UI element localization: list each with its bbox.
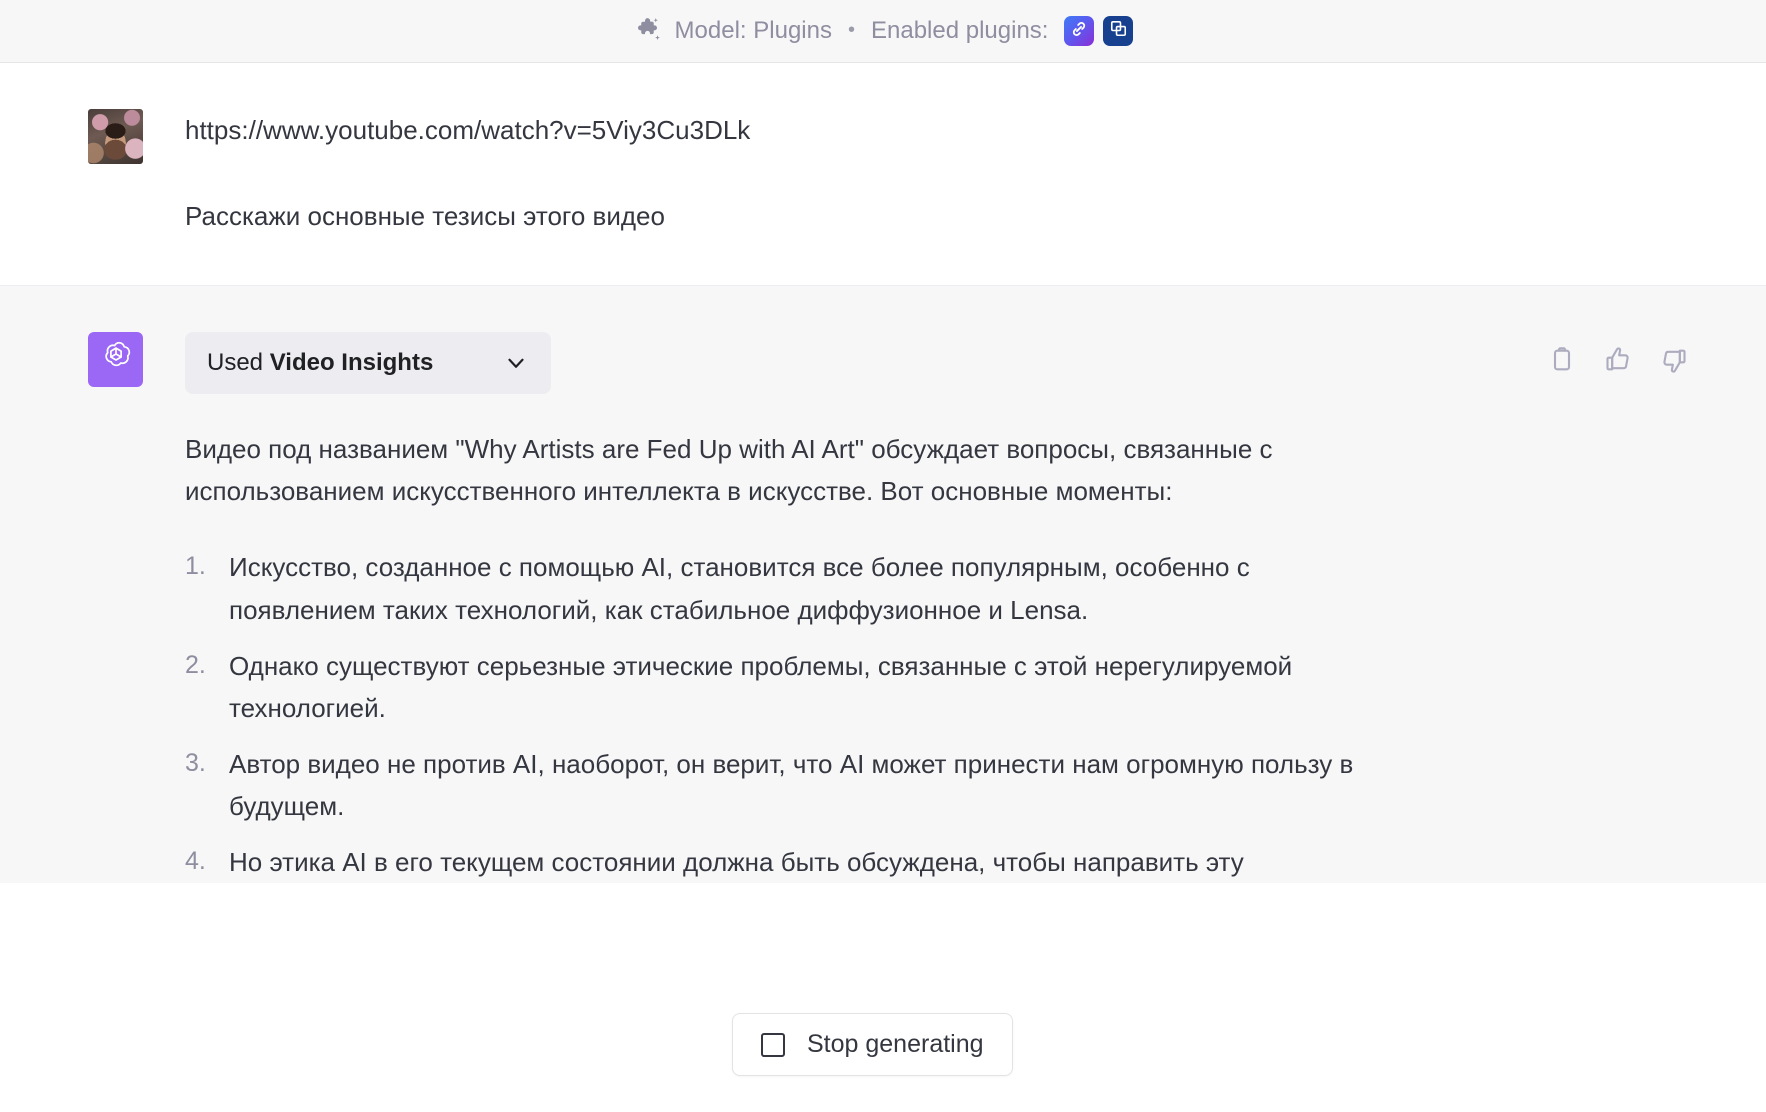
thumbs-down-icon xyxy=(1663,349,1686,373)
plugin-chip-video-insights[interactable] xyxy=(1064,16,1095,46)
list-item: Автор видео не против AI, наоборот, он в… xyxy=(185,743,1354,821)
openai-logo-icon xyxy=(98,339,134,380)
topbar-separator: • xyxy=(847,19,855,41)
plugin-chip-doc[interactable] xyxy=(1103,16,1134,46)
chevron-down-icon[interactable] xyxy=(503,350,529,376)
message-actions xyxy=(1548,346,1688,374)
link-chain-icon xyxy=(1069,19,1089,44)
avatar xyxy=(88,109,143,164)
user-message-body: https://www.youtube.com/watch?v=5Viy3Cu3… xyxy=(185,109,1365,237)
used-plugin-prefix: Used xyxy=(207,348,264,376)
assistant-intro-paragraph: Видео под названием "Why Artists are Fed… xyxy=(185,434,1273,507)
assistant-turn: Used Video Insights Видео под названием … xyxy=(0,285,1766,884)
user-avatar-photo xyxy=(88,109,143,164)
avatar xyxy=(88,332,143,388)
list-item: Однако существуют серьезные этические пр… xyxy=(185,645,1293,723)
model-topbar: Model: Plugins • Enabled plugins: xyxy=(0,0,1766,63)
user-turn: https://www.youtube.com/watch?v=5Viy3Cu3… xyxy=(0,63,1766,286)
model-label: Model: Plugins xyxy=(674,17,832,44)
assistant-key-points-list: Искусство, созданное с помощью AI, стано… xyxy=(185,546,1365,883)
stop-generating-button[interactable]: Stop generating xyxy=(732,1013,1013,1076)
stop-square-icon xyxy=(761,1032,785,1057)
assistant-message-body: Used Video Insights Видео под названием … xyxy=(185,332,1365,883)
thumbs-up-icon xyxy=(1606,347,1629,371)
conversation-thread: https://www.youtube.com/watch?v=5Viy3Cu3… xyxy=(0,63,1766,884)
enabled-plugins-label: Enabled plugins: xyxy=(870,17,1049,44)
list-item: Но этика AI в его текущем состоянии долж… xyxy=(185,841,1244,882)
puzzle-icon xyxy=(633,16,663,46)
thumbs-down-button[interactable] xyxy=(1660,346,1688,374)
thumbs-up-button[interactable] xyxy=(1604,346,1632,374)
stop-generating-label: Stop generating xyxy=(807,1030,984,1058)
layered-squares-icon xyxy=(1109,19,1128,43)
copy-button[interactable] xyxy=(1548,346,1576,374)
clipboard-icon xyxy=(1553,347,1571,371)
used-plugin-name: Video Insights xyxy=(269,348,434,376)
list-item: Искусство, созданное с помощью AI, стано… xyxy=(185,546,1250,625)
user-message-url: https://www.youtube.com/watch?v=5Viy3Cu3… xyxy=(185,115,751,145)
used-plugin-pill[interactable]: Used Video Insights xyxy=(185,332,552,395)
user-message-prompt: Расскажи основные тезисы этого видео xyxy=(185,201,665,232)
